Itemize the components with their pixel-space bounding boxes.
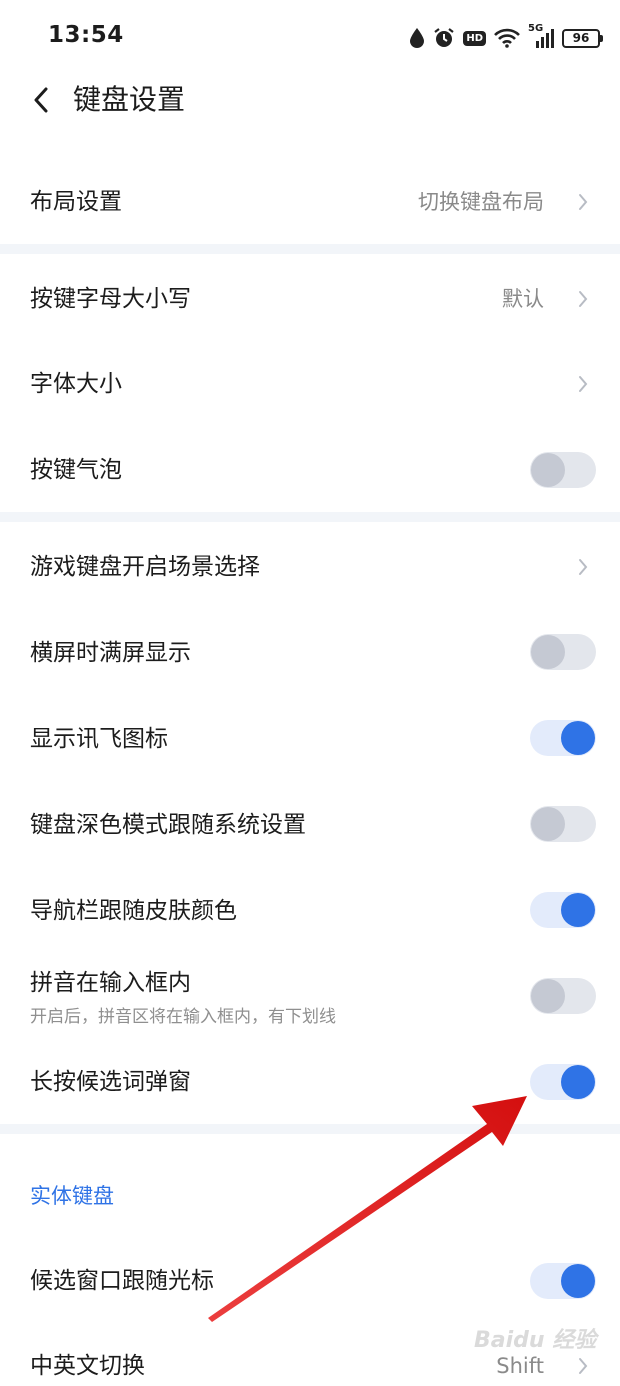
row-key-bubble: 按键气泡 [0,428,620,512]
row-show-icon: 显示讯飞图标 [0,696,620,782]
row-label: 中英文切换 [30,1353,145,1379]
row-candidate-follow: 候选窗口跟随光标 [0,1238,620,1324]
network-label: 5G [528,23,544,34]
toggle-knob [561,1264,595,1298]
row-pinyin-inline: 拼音在输入框内 开启后，拼音区将在输入框内，有下划线 [0,954,620,1038]
watermark: Baidu 经验 [474,1328,597,1353]
row-label: 按键气泡 [30,457,122,483]
row-label: 游戏键盘开启场景选择 [30,554,260,580]
row-key-case[interactable]: 按键字母大小写 默认 [0,256,620,342]
navbar-color-toggle[interactable] [530,892,596,928]
dark-mode-toggle[interactable] [530,806,596,842]
status-time: 13:54 [48,22,124,48]
pinyin-inline-toggle[interactable] [530,978,596,1014]
toggle-knob [531,635,565,669]
toggle-knob [531,807,565,841]
section-divider [0,512,620,522]
status-icons: HD 5G 96 [409,23,603,52]
chevron-right-icon [576,1355,590,1377]
row-value: 默认 [502,287,544,311]
row-label: 横屏时满屏显示 [30,640,191,666]
row-label: 长按候选词弹窗 [30,1069,191,1095]
row-subtitle: 开启后，拼音区将在输入框内，有下划线 [30,1007,336,1027]
row-game-keyboard[interactable]: 游戏键盘开启场景选择 [0,524,620,610]
row-label: 布局设置 [30,189,122,215]
section-divider [0,1124,620,1134]
row-label: 字体大小 [30,371,122,397]
row-dark-mode: 键盘深色模式跟随系统设置 [0,782,620,868]
back-arrow-icon[interactable] [24,80,58,120]
toggle-knob [561,893,595,927]
row-label: 候选窗口跟随光标 [30,1268,214,1294]
show-icon-toggle[interactable] [530,720,596,756]
row-long-press-popup: 长按候选词弹窗 [0,1038,620,1124]
toggle-knob [561,1065,595,1099]
chevron-right-icon [576,373,590,395]
toggle-knob [531,979,565,1013]
page-title: 键盘设置 [73,83,186,116]
row-layout-settings[interactable]: 布局设置 切换键盘布局 [0,160,620,244]
key-bubble-toggle[interactable] [530,452,596,488]
row-label: 键盘深色模式跟随系统设置 [30,812,306,838]
chevron-right-icon [576,556,590,578]
row-label: 显示讯飞图标 [30,726,168,752]
signal-5g-icon: 5G [528,23,554,49]
row-navbar-color: 导航栏跟随皮肤颜色 [0,868,620,954]
toggle-knob [561,721,595,755]
section-title-physical-keyboard: 实体键盘 [30,1184,114,1208]
landscape-fullscreen-toggle[interactable] [530,634,596,670]
section-divider [0,244,620,254]
wifi-icon [494,28,520,48]
candidate-follow-toggle[interactable] [530,1263,596,1299]
chevron-right-icon [576,288,590,310]
row-value: Shift [496,1354,544,1378]
header: 键盘设置 [0,66,620,136]
row-landscape-fullscreen: 横屏时满屏显示 [0,610,620,696]
row-label: 拼音在输入框内 [30,970,191,996]
water-drop-icon [409,27,425,49]
alarm-icon [433,27,455,49]
row-label: 按键字母大小写 [30,286,191,312]
row-font-size[interactable]: 字体大小 [0,342,620,428]
status-bar: 13:54 HD 5G 96 [0,0,620,76]
row-value: 切换键盘布局 [418,190,544,214]
hd-icon: HD [463,30,486,46]
battery-icon: 96 [562,28,603,48]
long-press-popup-toggle[interactable] [530,1064,596,1100]
toggle-knob [531,453,565,487]
row-label: 导航栏跟随皮肤颜色 [30,898,237,924]
chevron-right-icon [576,191,590,213]
